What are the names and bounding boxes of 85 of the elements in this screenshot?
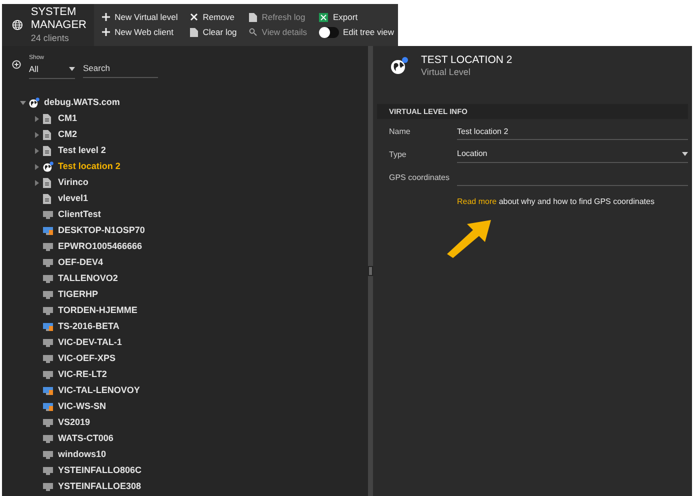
tree-item[interactable]: Test level 2 bbox=[58, 144, 106, 158]
show-dropdown[interactable]: All bbox=[29, 63, 75, 79]
computer-icon bbox=[42, 386, 54, 396]
tree-item[interactable]: ClientTest bbox=[58, 208, 101, 222]
caret-icon[interactable] bbox=[20, 100, 26, 106]
tree-item[interactable]: TS-2016-BETA bbox=[58, 320, 120, 334]
computer-icon bbox=[42, 258, 54, 268]
tree-item[interactable]: Virinco bbox=[58, 176, 88, 190]
add-circle-icon[interactable] bbox=[12, 60, 21, 69]
caret-icon[interactable] bbox=[34, 116, 40, 122]
spreadsheet-icon bbox=[319, 12, 328, 22]
document-icon bbox=[42, 144, 52, 157]
search-field[interactable]: Search bbox=[83, 62, 158, 78]
tree-item[interactable]: debug.WATS.com bbox=[44, 96, 120, 110]
tree-item[interactable]: CM1 bbox=[58, 112, 78, 126]
toolbar-button[interactable]: Remove bbox=[190, 10, 237, 24]
toolbar-button[interactable]: New Web client bbox=[102, 25, 178, 39]
field-label: Type bbox=[389, 148, 408, 161]
tree-item[interactable]: vlevel1 bbox=[58, 192, 88, 206]
computer-icon bbox=[42, 434, 54, 444]
splitter-handle[interactable] bbox=[368, 266, 373, 276]
tree-item[interactable]: VS2019 bbox=[58, 416, 90, 430]
document-icon bbox=[42, 176, 52, 189]
tree-item[interactable]: DESKTOP-N1OSP70 bbox=[58, 224, 145, 238]
computer-icon bbox=[42, 306, 54, 316]
tree-item[interactable]: Test location 2 bbox=[58, 160, 120, 174]
caret-icon bbox=[69, 67, 75, 72]
tree-item[interactable]: VIC-TAL-LENOVOY bbox=[58, 384, 140, 398]
field-label: GPS coordinates bbox=[389, 172, 450, 184]
tree-item[interactable]: YSTEINFALLO806C bbox=[58, 464, 142, 478]
tree-item[interactable]: VIC-DEV-TAL-1 bbox=[58, 336, 122, 350]
tree-item[interactable]: EPWRO1005466666 bbox=[58, 240, 142, 254]
document-icon bbox=[190, 28, 198, 36]
app-title: SYSTEM MANAGER bbox=[30, 6, 88, 34]
computer-icon bbox=[42, 418, 54, 428]
tree-item[interactable]: VIC-RE-LT2 bbox=[58, 368, 107, 382]
close-icon bbox=[190, 13, 198, 21]
document-icon bbox=[42, 128, 52, 141]
toolbar-button[interactable]: Export bbox=[319, 10, 394, 24]
detail-title: TEST LOCATION 2 bbox=[421, 54, 512, 68]
computer-icon bbox=[42, 450, 54, 460]
tree-item[interactable]: windows10 bbox=[58, 448, 106, 462]
text-field[interactable]: Test location 2 bbox=[457, 123, 688, 140]
computer-icon bbox=[42, 210, 54, 220]
client-count: 24 clients bbox=[30, 33, 70, 44]
tree-item[interactable]: OEF-DEV4 bbox=[58, 256, 104, 270]
caret-icon[interactable] bbox=[34, 132, 40, 138]
tree-item[interactable]: WATS-CT006 bbox=[58, 432, 114, 446]
help-text: Read more about why and how to find GPS coordinates bbox=[457, 197, 654, 206]
computer-icon bbox=[42, 290, 54, 300]
computer-icon bbox=[42, 274, 54, 284]
computer-icon bbox=[42, 482, 54, 492]
tree-item[interactable]: TALLENOVO2 bbox=[58, 272, 118, 286]
computer-icon bbox=[42, 466, 54, 476]
tree-item[interactable]: YSTEINFALLOE308 bbox=[58, 480, 142, 494]
document-icon bbox=[42, 192, 52, 205]
computer-icon bbox=[42, 338, 54, 348]
tree-item[interactable]: VIC-OEF-XPS bbox=[58, 352, 116, 366]
caret-icon bbox=[682, 152, 688, 156]
computer-icon bbox=[42, 226, 54, 236]
tree-item[interactable]: CM2 bbox=[58, 128, 78, 142]
computer-icon bbox=[42, 402, 54, 412]
computer-icon bbox=[42, 370, 54, 380]
toggle-label: Edit tree view bbox=[343, 26, 394, 38]
tree-item[interactable]: TIGERHP bbox=[58, 288, 98, 302]
computer-icon bbox=[42, 354, 54, 364]
plus-icon bbox=[102, 13, 110, 21]
document-icon bbox=[42, 112, 52, 125]
field-label: Name bbox=[389, 126, 412, 138]
tree-item[interactable]: VIC-WS-SN bbox=[58, 400, 106, 414]
search-icon bbox=[248, 28, 257, 36]
computer-icon bbox=[42, 322, 54, 332]
toggle-switch[interactable] bbox=[319, 26, 339, 38]
tree-item[interactable]: TORDEN-HJEMME bbox=[58, 304, 138, 318]
caret-icon[interactable] bbox=[34, 164, 40, 170]
detail-subtitle: Virtual Level bbox=[421, 67, 472, 78]
caret-icon[interactable] bbox=[34, 180, 40, 186]
read-more-link[interactable]: Read more bbox=[457, 197, 497, 206]
type-dropdown[interactable]: Location bbox=[457, 146, 688, 164]
caret-icon[interactable] bbox=[34, 148, 40, 154]
toolbar-button[interactable]: New Virtual level bbox=[102, 10, 178, 24]
computer-icon bbox=[42, 242, 54, 252]
toolbar-button[interactable]: Clear log bbox=[190, 25, 237, 39]
document-icon bbox=[248, 12, 257, 22]
plus-icon bbox=[102, 28, 110, 36]
